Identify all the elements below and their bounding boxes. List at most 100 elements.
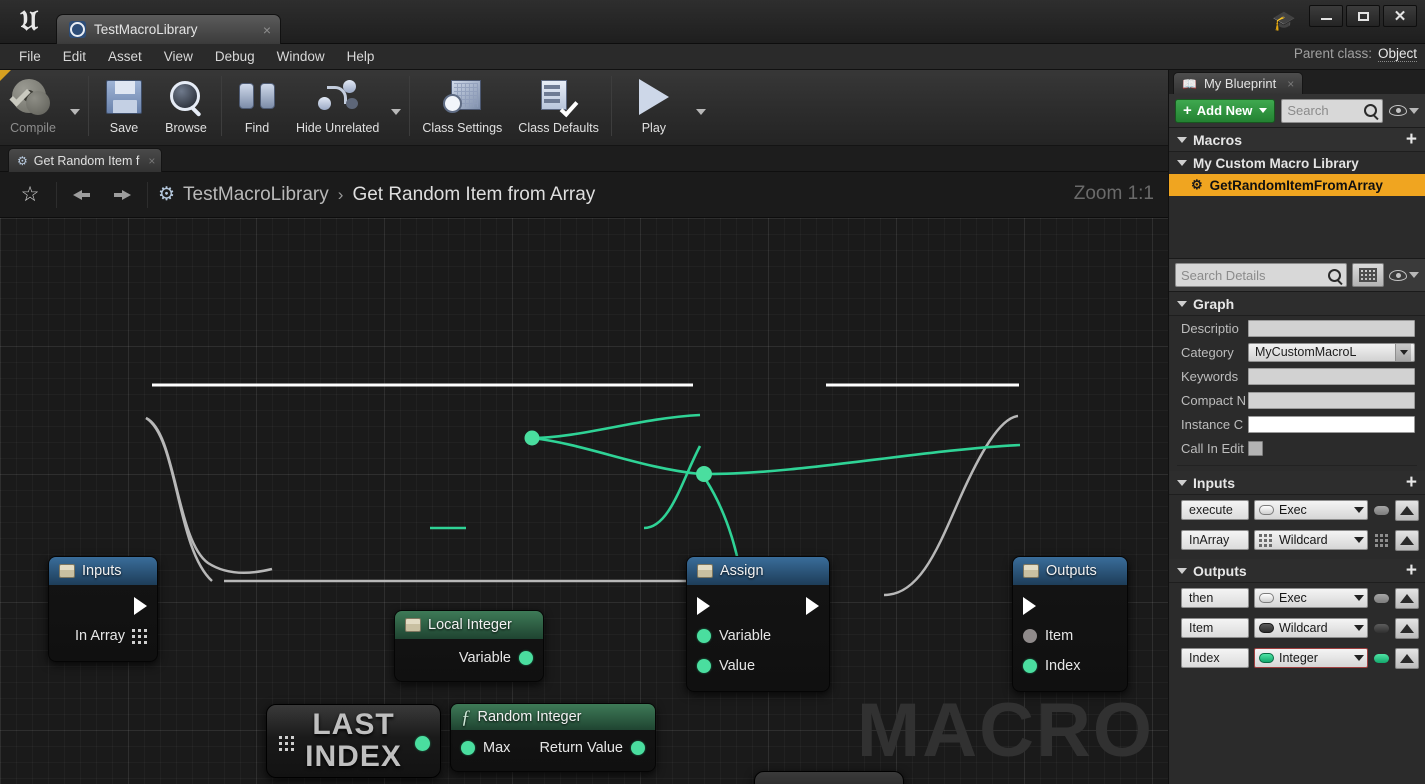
play-button[interactable]: Play [616,70,692,142]
breadcrumb-root[interactable]: TestMacroLibrary [183,184,329,206]
input-inarray-type-dropdown[interactable]: Wildcard [1254,530,1368,550]
tab-my-blueprint-close-icon[interactable]: × [1287,77,1294,91]
input-inarray-move-up-button[interactable] [1395,529,1419,551]
menu-view[interactable]: View [153,47,204,66]
pin-assign-exec-row[interactable] [687,591,829,621]
tree-row-my-custom-macro-library[interactable]: My Custom Macro Library [1169,152,1425,174]
node-inputs[interactable]: Inputs In Array [48,556,158,662]
node-assign[interactable]: Assign Variable Value [686,556,830,692]
my-blueprint-search-input[interactable]: Search [1281,98,1383,123]
add-input-button[interactable]: + [1406,473,1417,492]
grid-view-button[interactable] [1352,263,1384,287]
pin-inputs-in-array[interactable]: In Array [49,621,157,651]
navigate-forward-button[interactable] [103,177,139,213]
play-dropdown-caret[interactable] [692,70,710,142]
section-inputs[interactable]: Inputs + [1169,471,1425,495]
input-inarray-name[interactable]: InArray [1181,530,1249,550]
hide-unrelated-button[interactable]: Hide Unrelated [288,70,387,142]
pin-outputs-index[interactable]: Index [1013,651,1127,681]
details-visibility-button[interactable] [1389,269,1419,281]
output-index-move-up-button[interactable] [1395,647,1419,669]
compact-node-title-field[interactable] [1248,391,1415,409]
category-dropdown[interactable]: MyCustomMacroL [1248,342,1415,362]
input-execute-container-type[interactable] [1373,505,1390,515]
pin-random-integer-row[interactable]: Max Return Value [451,733,655,763]
section-macros[interactable]: Macros + [1169,128,1425,152]
input-execute-move-up-button[interactable] [1395,499,1419,521]
menu-window[interactable]: Window [266,47,336,66]
pin-inputs-exec-out[interactable] [49,591,157,621]
output-index-container-type[interactable] [1373,653,1390,663]
output-item-container-type[interactable] [1373,623,1390,633]
graduation-cap-icon[interactable]: 🎓 [1271,10,1297,34]
node-outputs[interactable]: Outputs Item Index [1012,556,1128,692]
close-button[interactable]: ✕ [1383,5,1417,27]
node-random-integer[interactable]: ƒ Random Integer Max Return Value [450,703,656,772]
section-graph[interactable]: Graph [1169,292,1425,316]
minimize-button[interactable] [1309,5,1343,27]
menu-file[interactable]: File [8,47,52,66]
save-button[interactable]: Save [93,70,155,142]
input-execute-name[interactable]: execute [1181,500,1249,520]
blueprint-graph-canvas[interactable]: Inputs In Array Local Integer Variable A… [0,218,1168,784]
output-then-type-dropdown[interactable]: Exec [1254,588,1368,608]
data-pin-icon [1023,659,1037,673]
chevron-down-icon[interactable] [1395,343,1411,361]
output-then-move-up-button[interactable] [1395,587,1419,609]
menu-debug[interactable]: Debug [204,47,266,66]
menu-edit[interactable]: Edit [52,47,97,66]
document-tab-close-icon[interactable]: × [263,23,271,37]
output-item-type-dropdown[interactable]: Wildcard [1254,618,1368,638]
pin-outputs-exec-in[interactable] [1013,591,1127,621]
output-then-name[interactable]: then [1181,588,1249,608]
call-in-editor-checkbox[interactable] [1248,440,1263,456]
hide-unrelated-dropdown-caret[interactable] [387,70,405,142]
menu-asset[interactable]: Asset [97,47,153,66]
pin-local-integer-variable[interactable]: Variable [395,643,543,673]
keywords-field[interactable] [1248,367,1415,385]
find-button[interactable]: Find [226,70,288,142]
node-last-index[interactable]: LAST INDEX [266,704,441,778]
pin-assign-value[interactable]: Value [687,651,829,681]
description-field[interactable] [1248,319,1415,337]
maximize-button[interactable] [1346,5,1380,27]
class-defaults-button[interactable]: Class Defaults [510,70,607,142]
navigate-back-button[interactable] [65,177,101,213]
parent-class-value[interactable]: Object [1377,46,1417,62]
favorite-star-button[interactable]: ☆ [12,177,48,213]
graph-tab-get-random-item[interactable]: ⚙ Get Random Item f × [8,148,163,172]
output-index-type-dropdown[interactable]: Integer [1254,648,1368,668]
input-execute-type-dropdown[interactable]: Exec [1254,500,1368,520]
output-item-name[interactable]: Item [1181,618,1249,638]
array-pin-icon[interactable] [279,736,294,751]
details-search-input[interactable]: Search Details [1175,263,1347,287]
breadcrumb-current[interactable]: Get Random Item from Array [352,184,595,206]
pin-assign-variable[interactable]: Variable [687,621,829,651]
add-new-button[interactable]: + Add New [1175,98,1276,123]
menu-help[interactable]: Help [336,47,386,66]
input-inarray-container-type[interactable] [1373,533,1390,547]
class-settings-button[interactable]: Class Settings [414,70,510,142]
tab-my-blueprint[interactable]: 📖 My Blueprint × [1173,72,1304,94]
output-item-move-up-button[interactable] [1395,617,1419,639]
add-new-label: Add New [1196,103,1253,118]
node-local-integer[interactable]: Local Integer Variable [394,610,544,682]
browse-button[interactable]: Browse [155,70,217,142]
pin-outputs-item[interactable]: Item [1013,621,1127,651]
output-then-container-type[interactable] [1373,593,1390,603]
compile-button[interactable]: Compile [0,70,66,142]
compile-dropdown-caret[interactable] [66,70,84,142]
section-outputs[interactable]: Outputs + [1169,559,1425,583]
pin-random-integer-max[interactable]: Max [461,740,510,756]
tree-row-getrandomitemfromarray[interactable]: ⚙ GetRandomItemFromArray [1169,174,1425,196]
add-output-button[interactable]: + [1406,561,1417,580]
parent-class-indicator: Parent class: Object [1294,46,1417,62]
instance-color-field[interactable] [1248,415,1415,433]
add-macro-button[interactable]: + [1406,130,1417,149]
pin-random-integer-return[interactable]: Return Value [539,740,645,756]
document-tab-testmacrolibrary[interactable]: TestMacroLibrary × [56,14,281,44]
output-index-name[interactable]: Index [1181,648,1249,668]
graph-tab-close-icon[interactable]: × [148,154,155,168]
my-blueprint-visibility-button[interactable] [1389,105,1419,116]
data-pin-icon[interactable] [415,736,430,751]
